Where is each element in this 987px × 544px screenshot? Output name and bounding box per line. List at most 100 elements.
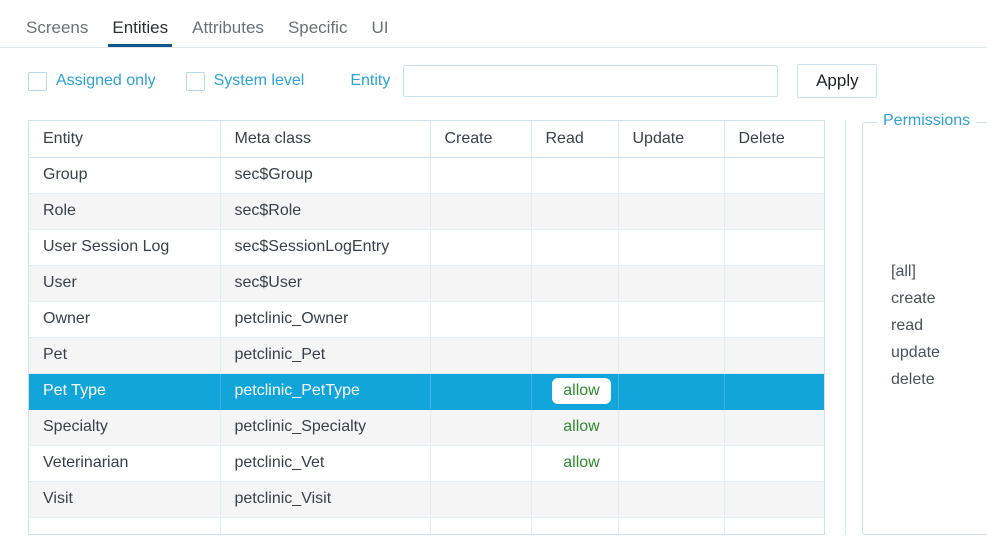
table-row[interactable]: User sec$User bbox=[29, 265, 824, 302]
table-row[interactable]: Role sec$Role bbox=[29, 193, 824, 230]
cell-create[interactable] bbox=[430, 301, 532, 338]
cell-read[interactable] bbox=[531, 193, 619, 230]
permission-option-delete[interactable]: delete bbox=[891, 371, 940, 389]
cell-update[interactable] bbox=[618, 445, 725, 482]
permissions-list: [all] create read update delete bbox=[891, 263, 940, 389]
cell-delete[interactable] bbox=[724, 445, 824, 482]
cell-delete[interactable] bbox=[724, 337, 824, 374]
cell-empty bbox=[531, 517, 619, 534]
cell-read[interactable] bbox=[531, 481, 619, 518]
permission-value[interactable]: allow bbox=[563, 454, 599, 471]
cell-read[interactable] bbox=[531, 301, 619, 338]
cell-read[interactable] bbox=[531, 229, 619, 266]
permission-option-all[interactable]: [all] bbox=[891, 263, 940, 281]
cell-delete[interactable] bbox=[724, 373, 824, 410]
column-header-delete[interactable]: Delete bbox=[724, 121, 824, 158]
tab-entities[interactable]: Entities bbox=[100, 18, 180, 47]
column-header-meta-class[interactable]: Meta class bbox=[220, 121, 431, 158]
cell-entity[interactable]: Group bbox=[29, 157, 221, 194]
table-row[interactable]: Visit petclinic_Visit bbox=[29, 481, 824, 518]
cell-read[interactable]: allow bbox=[531, 445, 619, 482]
cell-read[interactable] bbox=[531, 265, 619, 302]
cell-meta-class[interactable]: sec$User bbox=[220, 265, 431, 302]
cell-entity[interactable]: Pet bbox=[29, 337, 221, 374]
table-row[interactable]: Owner petclinic_Owner bbox=[29, 301, 824, 338]
permission-value-editor[interactable]: allow bbox=[552, 378, 611, 404]
cell-create[interactable] bbox=[430, 265, 532, 302]
cell-update[interactable] bbox=[618, 409, 725, 446]
tab-bar: Screens Entities Attributes Specific UI bbox=[0, 0, 987, 48]
cell-create[interactable] bbox=[430, 193, 532, 230]
tab-screens[interactable]: Screens bbox=[14, 18, 100, 47]
column-header-entity[interactable]: Entity bbox=[29, 121, 221, 158]
cell-entity[interactable]: User Session Log bbox=[29, 229, 221, 266]
cell-delete[interactable] bbox=[724, 301, 824, 338]
cell-meta-class[interactable]: sec$SessionLogEntry bbox=[220, 229, 431, 266]
cell-read[interactable]: allow bbox=[531, 409, 619, 446]
cell-delete[interactable] bbox=[724, 409, 824, 446]
cell-update[interactable] bbox=[618, 265, 725, 302]
column-header-read[interactable]: Read bbox=[531, 121, 619, 158]
cell-entity[interactable]: Visit bbox=[29, 481, 221, 518]
cell-update[interactable] bbox=[618, 301, 725, 338]
cell-meta-class[interactable]: petclinic_Owner bbox=[220, 301, 431, 338]
permission-option-create[interactable]: create bbox=[891, 290, 940, 308]
cell-entity[interactable]: Role bbox=[29, 193, 221, 230]
table-row[interactable]: User Session Log sec$SessionLogEntry bbox=[29, 229, 824, 266]
cell-update[interactable] bbox=[618, 373, 725, 410]
table-row[interactable]: Pet Type petclinic_PetType allow bbox=[29, 373, 824, 410]
entity-search-input[interactable] bbox=[403, 65, 779, 97]
cell-entity[interactable]: Specialty bbox=[29, 409, 221, 446]
cell-update[interactable] bbox=[618, 229, 725, 266]
cell-meta-class[interactable]: petclinic_Visit bbox=[220, 481, 431, 518]
cell-read[interactable] bbox=[531, 157, 619, 194]
permission-option-read[interactable]: read bbox=[891, 317, 940, 335]
cell-create[interactable] bbox=[430, 229, 532, 266]
cell-create[interactable] bbox=[430, 157, 532, 194]
cell-update[interactable] bbox=[618, 481, 725, 518]
table-row[interactable]: Veterinarian petclinic_Vet allow bbox=[29, 445, 824, 482]
cell-delete[interactable] bbox=[724, 193, 824, 230]
cell-meta-class[interactable]: petclinic_Pet bbox=[220, 337, 431, 374]
cell-meta-class[interactable]: petclinic_PetType bbox=[220, 373, 431, 410]
cell-entity[interactable]: Pet Type bbox=[29, 373, 221, 410]
checkbox-assigned-only[interactable]: Assigned only bbox=[28, 71, 156, 91]
tab-ui[interactable]: UI bbox=[359, 18, 400, 47]
cell-delete[interactable] bbox=[724, 265, 824, 302]
cell-create[interactable] bbox=[430, 445, 532, 482]
cell-create[interactable] bbox=[430, 337, 532, 374]
cell-delete[interactable] bbox=[724, 481, 824, 518]
checkbox-assigned-only-label: Assigned only bbox=[56, 72, 156, 89]
table-row[interactable]: Specialty petclinic_Specialty allow bbox=[29, 409, 824, 446]
permission-option-update[interactable]: update bbox=[891, 344, 940, 362]
checkbox-system-level-box[interactable] bbox=[185, 71, 205, 91]
column-header-create[interactable]: Create bbox=[430, 121, 532, 158]
cell-create[interactable] bbox=[430, 481, 532, 518]
tab-specific[interactable]: Specific bbox=[276, 18, 360, 47]
cell-meta-class[interactable]: sec$Role bbox=[220, 193, 431, 230]
cell-delete[interactable] bbox=[724, 157, 824, 194]
cell-update[interactable] bbox=[618, 157, 725, 194]
table-row[interactable]: Group sec$Group bbox=[29, 157, 824, 194]
cell-update[interactable] bbox=[618, 337, 725, 374]
cell-read[interactable] bbox=[531, 337, 619, 374]
cell-delete[interactable] bbox=[724, 229, 824, 266]
cell-meta-class[interactable]: petclinic_Vet bbox=[220, 445, 431, 482]
cell-meta-class[interactable]: sec$Group bbox=[220, 157, 431, 194]
cell-entity[interactable]: User bbox=[29, 265, 221, 302]
cell-create[interactable] bbox=[430, 409, 532, 446]
cell-create[interactable] bbox=[430, 373, 532, 410]
tab-attributes[interactable]: Attributes bbox=[180, 18, 276, 47]
cell-entity[interactable]: Veterinarian bbox=[29, 445, 221, 482]
panel-splitter[interactable] bbox=[845, 120, 846, 535]
cell-meta-class[interactable]: petclinic_Specialty bbox=[220, 409, 431, 446]
checkbox-assigned-only-box[interactable] bbox=[28, 71, 47, 91]
apply-button[interactable]: Apply bbox=[797, 64, 878, 98]
table-row[interactable]: Pet petclinic_Pet bbox=[29, 337, 824, 374]
column-header-update[interactable]: Update bbox=[618, 121, 725, 158]
cell-entity[interactable]: Owner bbox=[29, 301, 221, 338]
checkbox-system-level[interactable]: System level bbox=[185, 71, 304, 91]
permission-value[interactable]: allow bbox=[563, 418, 599, 435]
cell-read[interactable]: allow bbox=[531, 373, 619, 410]
cell-update[interactable] bbox=[618, 193, 725, 230]
